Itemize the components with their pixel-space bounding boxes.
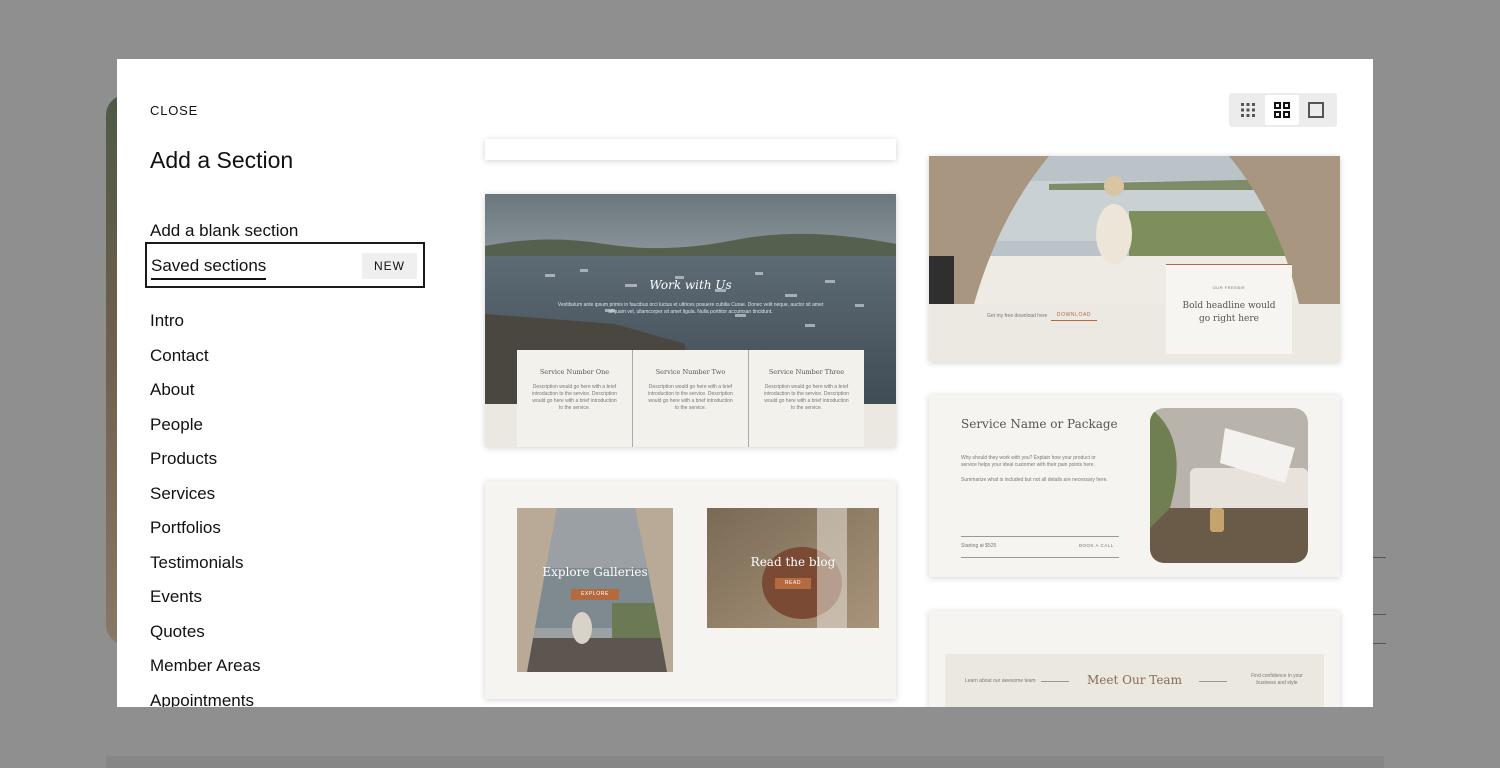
service-name: Service Number One xyxy=(539,368,610,376)
template-card-partial[interactable] xyxy=(485,139,896,160)
template-card-galleries-blog[interactable]: Explore Galleries EXPLORE Read the blog … xyxy=(485,481,896,699)
category-item-intro[interactable]: Intro xyxy=(150,311,261,346)
category-list: Intro Contact About People Products Serv… xyxy=(150,311,261,707)
service-name: Service Number Three xyxy=(768,368,845,376)
background-divider xyxy=(1372,643,1386,644)
large-grid-icon xyxy=(1274,102,1290,118)
modal-title: Add a Section xyxy=(150,147,294,173)
background-footer xyxy=(106,756,1384,768)
read-button: READ xyxy=(775,578,811,589)
service-price: Starting at $525 xyxy=(961,543,997,549)
category-item-appointments[interactable]: Appointments xyxy=(150,691,261,708)
blog-title: Read the blog xyxy=(750,555,836,569)
category-item-portfolios[interactable]: Portfolios xyxy=(150,518,261,553)
book-call-button: BOOK A CALL xyxy=(1079,543,1114,548)
large-grid-view-button[interactable] xyxy=(1265,95,1299,125)
freebie-tag: OUR FREEBIE xyxy=(1212,285,1246,290)
small-grid-icon xyxy=(1241,103,1255,117)
download-button: DOWNLOAD xyxy=(1051,310,1097,321)
small-grid-view-button[interactable] xyxy=(1231,95,1265,125)
services-row: Service Number One Description would go … xyxy=(517,350,864,447)
saved-sections-label: Saved sections xyxy=(151,256,267,280)
background-divider xyxy=(1372,557,1386,558)
work-title: Work with Us xyxy=(649,278,732,292)
category-item-people[interactable]: People xyxy=(150,415,261,450)
team-divider xyxy=(1199,681,1227,682)
download-text: Get my free download here xyxy=(987,313,1048,319)
category-item-about[interactable]: About xyxy=(150,380,261,415)
service-package-line2: Summarize what is included but not all d… xyxy=(961,477,1108,483)
reading-photo xyxy=(1150,408,1308,563)
freebie-box: OUR FREEBIE Bold headline would go right… xyxy=(1166,264,1292,354)
single-view-button[interactable] xyxy=(1299,95,1333,125)
service-divider xyxy=(961,536,1119,537)
category-item-testimonials[interactable]: Testimonials xyxy=(150,553,261,588)
explore-button: EXPLORE xyxy=(571,589,619,600)
work-body: Vestibulum ante ipsum primis in faucibus… xyxy=(557,302,824,315)
service-column: Service Number One Description would go … xyxy=(517,350,633,447)
close-button[interactable]: CLOSE xyxy=(150,103,198,118)
template-card-meet-team[interactable]: Learn about our awesome team Meet Our Te… xyxy=(929,611,1340,707)
view-mode-toggle xyxy=(1229,93,1337,127)
team-right-text: Find confidence in your business and sty… xyxy=(1251,673,1303,686)
template-card-work-with-us[interactable]: Work with Us Vestibulum ante ipsum primi… xyxy=(485,194,896,447)
service-desc: Description would go here with a brief i… xyxy=(764,384,849,411)
category-item-products[interactable]: Products xyxy=(150,449,261,484)
service-desc: Description would go here with a brief i… xyxy=(532,384,617,411)
add-blank-section-link[interactable]: Add a blank section xyxy=(150,221,298,241)
add-section-modal: CLOSE Add a Section Add a blank section … xyxy=(117,59,1373,707)
service-name: Service Number Two xyxy=(655,368,726,376)
template-card-service-package[interactable]: Service Name or Package Why should they … xyxy=(929,395,1340,577)
background-divider xyxy=(1372,614,1386,615)
freebie-headline: Bold headline would go right here xyxy=(1182,301,1276,324)
service-column: Service Number Two Description would go … xyxy=(633,350,749,447)
service-column: Service Number Three Description would g… xyxy=(749,350,864,447)
service-divider xyxy=(961,557,1119,558)
category-item-services[interactable]: Services xyxy=(150,484,261,519)
service-package-line1: Why should they work with you? Explain h… xyxy=(961,455,1096,468)
category-item-member-areas[interactable]: Member Areas xyxy=(150,656,261,691)
explore-title: Explore Galleries xyxy=(542,565,648,579)
service-package-title: Service Name or Package xyxy=(961,417,1118,431)
category-item-quotes[interactable]: Quotes xyxy=(150,622,261,657)
category-item-events[interactable]: Events xyxy=(150,587,261,622)
service-desc: Description would go here with a brief i… xyxy=(648,384,733,411)
category-item-contact[interactable]: Contact xyxy=(150,346,261,381)
template-card-freebie[interactable]: Get my free download here DOWNLOAD OUR F… xyxy=(929,156,1340,362)
single-view-icon xyxy=(1308,102,1324,118)
saved-sections-item[interactable]: Saved sections NEW xyxy=(145,242,425,288)
new-badge: NEW xyxy=(362,253,417,279)
